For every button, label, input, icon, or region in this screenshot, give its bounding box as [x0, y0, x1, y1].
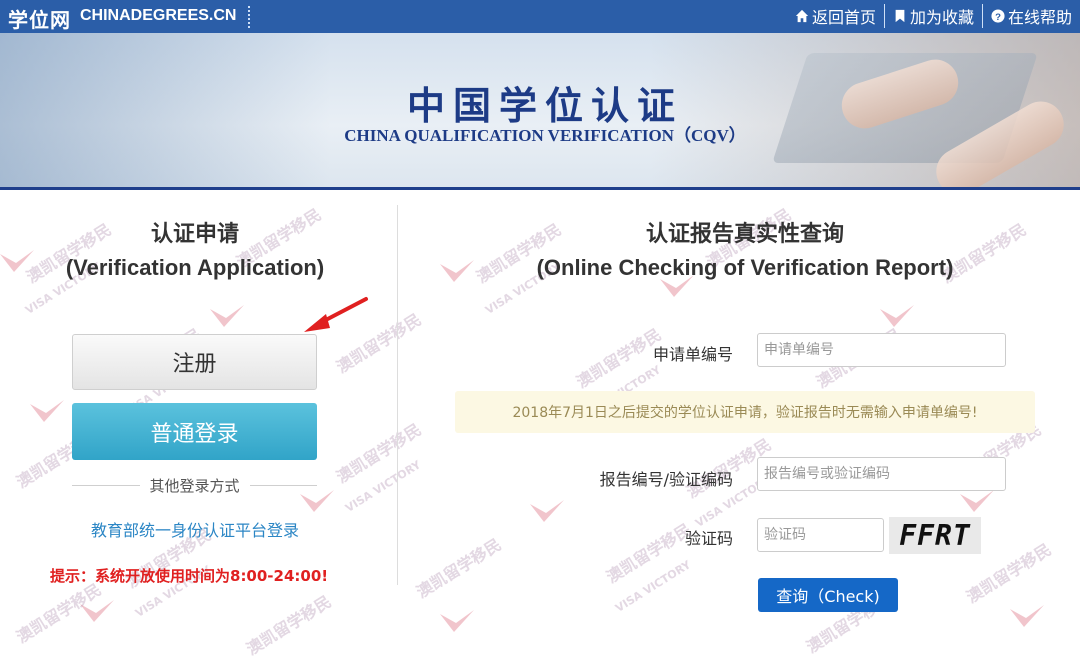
other-login-label: 其他登录方式 — [149, 476, 240, 495]
other-login-divider: 其他登录方式 — [72, 474, 318, 496]
check-button[interactable]: 查询（Check) — [758, 578, 898, 612]
application-title-cn: 认证申请 — [150, 222, 239, 247]
captcha-image[interactable]: FFRT — [889, 517, 981, 554]
banner-underline — [0, 187, 1080, 190]
brand-divider — [248, 6, 250, 28]
home-link-label: 返回首页 — [811, 8, 876, 27]
brand-name[interactable]: 学位网 — [8, 4, 71, 33]
watermark-text: 澳凯留学移民 — [413, 534, 505, 602]
column-divider — [397, 205, 398, 585]
bookmark-link-label: 加为收藏 — [909, 8, 974, 27]
moe-login-link[interactable]: 教育部统一身份认证平台登录 — [0, 517, 390, 541]
home-icon — [795, 9, 809, 23]
watermark-logo-icon — [530, 500, 564, 522]
banner-subtitle: CHINA QUALIFICATION VERIFICATION（CQV） — [344, 126, 746, 145]
top-bar: 学位网 CHINADEGREES.CN 返回首页 加为收藏 ? 在线帮助 — [0, 0, 1080, 33]
divider-line — [249, 484, 318, 486]
bookmark-link[interactable]: 加为收藏 — [883, 4, 982, 28]
watermark-text: 澳凯留学移民 — [13, 579, 105, 647]
captcha-label: 验证码 — [684, 529, 733, 548]
home-link[interactable]: 返回首页 — [787, 4, 884, 28]
watermark-logo-icon — [880, 305, 914, 327]
watermark-text: VISA VICTORY — [343, 458, 424, 515]
top-links: 返回首页 加为收藏 ? 在线帮助 — [787, 4, 1080, 28]
divider-line — [72, 484, 140, 486]
application-no-label: 申请单编号 — [652, 345, 733, 364]
application-no-input[interactable] — [757, 333, 1006, 367]
pointer-arrow-icon — [304, 297, 368, 332]
report-no-input[interactable] — [757, 457, 1006, 491]
watermark-logo-icon — [30, 400, 64, 422]
watermark-logo-icon — [1010, 605, 1044, 627]
brand-domain[interactable]: CHINADEGREES.CN — [80, 7, 236, 25]
login-button[interactable]: 普通登录 — [72, 403, 317, 460]
service-hours-tip: 提示：系统开放使用时间为8:00-24:00! — [50, 567, 329, 585]
watermark-text: VISA VICTORY — [613, 558, 694, 615]
register-button[interactable]: 注册 — [72, 334, 317, 390]
help-link-label: 在线帮助 — [1007, 8, 1072, 27]
captcha-text: FFRT — [899, 519, 971, 552]
banner: 中国学位认证 CHINA QUALIFICATION VERIFICATION（… — [0, 33, 1080, 187]
watermark-text: 澳凯留学移民 — [333, 419, 425, 487]
watermark-logo-icon — [80, 600, 114, 622]
report-check-title-en: (Online Checking of Verification Report) — [536, 255, 954, 280]
help-icon: ? — [991, 9, 1005, 23]
report-no-label: 报告编号/验证编码 — [599, 470, 733, 489]
watermark-logo-icon — [960, 490, 994, 512]
application-title-en: (Verification Application) — [65, 255, 325, 280]
notice-banner: 2018年7月1日之后提交的学位认证申请，验证报告时无需输入申请单编号! — [455, 391, 1035, 433]
help-link[interactable]: ? 在线帮助 — [981, 4, 1080, 28]
watermark-logo-icon — [440, 610, 474, 632]
captcha-input[interactable] — [757, 518, 884, 552]
report-check-title-cn: 认证报告真实性查询 — [645, 222, 844, 247]
svg-text:?: ? — [995, 12, 1001, 23]
watermark-logo-icon — [210, 305, 244, 327]
bookmark-icon — [895, 9, 905, 23]
